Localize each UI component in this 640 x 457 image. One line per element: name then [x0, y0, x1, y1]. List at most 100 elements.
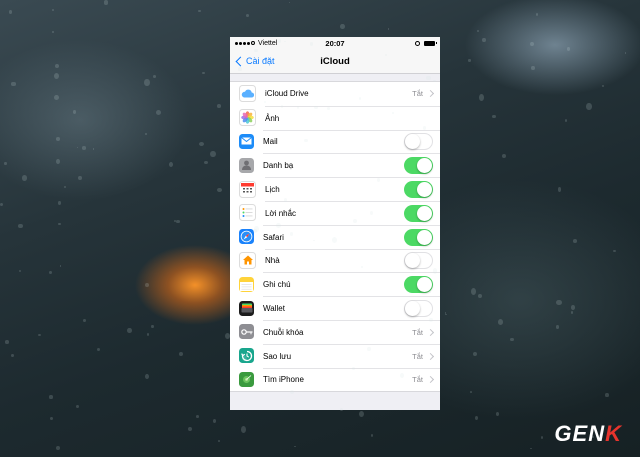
raindrop	[492, 114, 496, 119]
raindrop	[496, 411, 500, 416]
safari-icon	[239, 229, 254, 245]
raindrop	[478, 293, 482, 298]
raindrop	[53, 73, 59, 80]
raindrop	[212, 418, 217, 423]
settings-row-label: Nhà	[265, 256, 280, 266]
raindrop	[290, 389, 295, 394]
raindrop	[497, 318, 503, 325]
raindrop	[474, 416, 478, 421]
mail-icon	[239, 133, 254, 149]
settings-row-value: Tắt	[412, 89, 423, 99]
raindrop	[218, 439, 221, 442]
settings-row-icloud-drive[interactable]: iCloud Drive Tắt	[230, 82, 440, 106]
raindrop	[624, 51, 627, 54]
toggle-knob	[417, 158, 432, 174]
settings-row-label: Danh bạ	[263, 161, 294, 171]
settings-row-reminders[interactable]: Lời nhắc	[230, 200, 440, 225]
raindrop	[573, 239, 578, 243]
raindrop	[146, 332, 149, 336]
battery-icon	[424, 40, 437, 46]
toggle-switch[interactable]	[404, 157, 433, 175]
toggle-switch[interactable]	[404, 181, 433, 199]
raindrop	[75, 404, 80, 409]
back-chevron-icon	[235, 56, 246, 66]
raindrop	[370, 434, 373, 437]
settings-row-wallet[interactable]: Wallet	[230, 296, 440, 320]
raindrop	[426, 75, 431, 80]
back-button[interactable]: Cài đặt	[230, 56, 275, 66]
settings-row-label: Ghi chú	[263, 280, 291, 290]
raindrop	[502, 153, 507, 158]
raindrop	[11, 82, 16, 86]
chevron-right-icon	[426, 376, 435, 384]
home-icon	[239, 251, 256, 269]
settings-row-photos[interactable]: Ảnh	[230, 105, 440, 130]
signal-strength-icon	[235, 41, 255, 45]
raindrop	[392, 111, 394, 114]
raindrop	[217, 104, 221, 108]
raindrop	[18, 270, 21, 273]
raindrop	[294, 445, 296, 448]
raindrop	[432, 79, 436, 83]
raindrop	[586, 102, 592, 110]
raindrop	[156, 109, 162, 115]
raindrop	[10, 353, 14, 358]
raindrop	[289, 232, 293, 236]
raindrop	[179, 351, 184, 356]
raindrop	[49, 395, 53, 400]
toggle-switch[interactable]	[404, 204, 433, 222]
raindrop	[198, 141, 205, 146]
raindrop	[5, 340, 9, 344]
raindrop	[245, 14, 249, 18]
raindrop	[564, 119, 567, 122]
toggle-switch[interactable]	[404, 252, 433, 270]
raindrop	[529, 42, 534, 47]
wallet-icon	[239, 300, 254, 316]
raindrop	[64, 185, 67, 188]
settings-row-label: Lời nhắc	[265, 208, 297, 218]
raindrop	[202, 71, 205, 75]
settings-row-find-iphone[interactable]: Tìm iPhone Tắt	[230, 367, 440, 392]
settings-row-contacts[interactable]: Danh bạ	[230, 153, 440, 177]
raindrop	[536, 13, 539, 16]
settings-row-home[interactable]: Nhà	[230, 248, 440, 273]
toggle-knob	[405, 301, 420, 317]
raindrop	[555, 324, 560, 329]
raindrop	[432, 267, 438, 274]
raindrop	[81, 146, 87, 150]
settings-row-notes[interactable]: Ghi chú	[230, 272, 440, 296]
raindrop	[151, 325, 154, 329]
toggle-switch[interactable]	[404, 300, 433, 318]
raindrop	[38, 333, 41, 336]
icloud-drive-icon	[239, 85, 256, 103]
phone-screen: Viettel 20:07 Cài đặt iCloud iCloud Driv…	[230, 37, 440, 410]
settings-row-backup[interactable]: Sao lưu Tắt	[230, 343, 440, 368]
raindrop	[602, 85, 605, 88]
toggle-knob	[405, 134, 420, 150]
settings-row-label: Sao lưu	[263, 351, 292, 361]
raindrop	[57, 201, 61, 205]
settings-row-keychain[interactable]: Chuỗi khóa Tắt	[230, 319, 440, 344]
raindrop	[55, 137, 60, 141]
raindrop	[468, 59, 471, 62]
raindrop	[56, 158, 60, 164]
raindrop	[238, 66, 242, 71]
raindrop	[288, 1, 291, 4]
settings-row-mail[interactable]: Mail	[230, 129, 440, 154]
raindrop	[196, 415, 200, 419]
raindrop	[152, 74, 156, 78]
backup-icon	[239, 348, 254, 364]
raindrop	[176, 219, 180, 223]
settings-row-label: Tìm iPhone	[263, 375, 304, 385]
raindrop	[387, 28, 390, 30]
raindrop	[144, 373, 149, 380]
raindrop	[59, 265, 62, 267]
raindrop	[8, 10, 12, 15]
toggle-switch[interactable]	[404, 133, 433, 151]
chevron-right-icon	[426, 352, 435, 360]
settings-row-calendar[interactable]: Lịch	[230, 177, 440, 201]
raindrop	[470, 390, 473, 393]
keychain-icon	[239, 324, 254, 340]
raindrop	[570, 310, 574, 314]
toggle-switch[interactable]	[404, 228, 433, 246]
